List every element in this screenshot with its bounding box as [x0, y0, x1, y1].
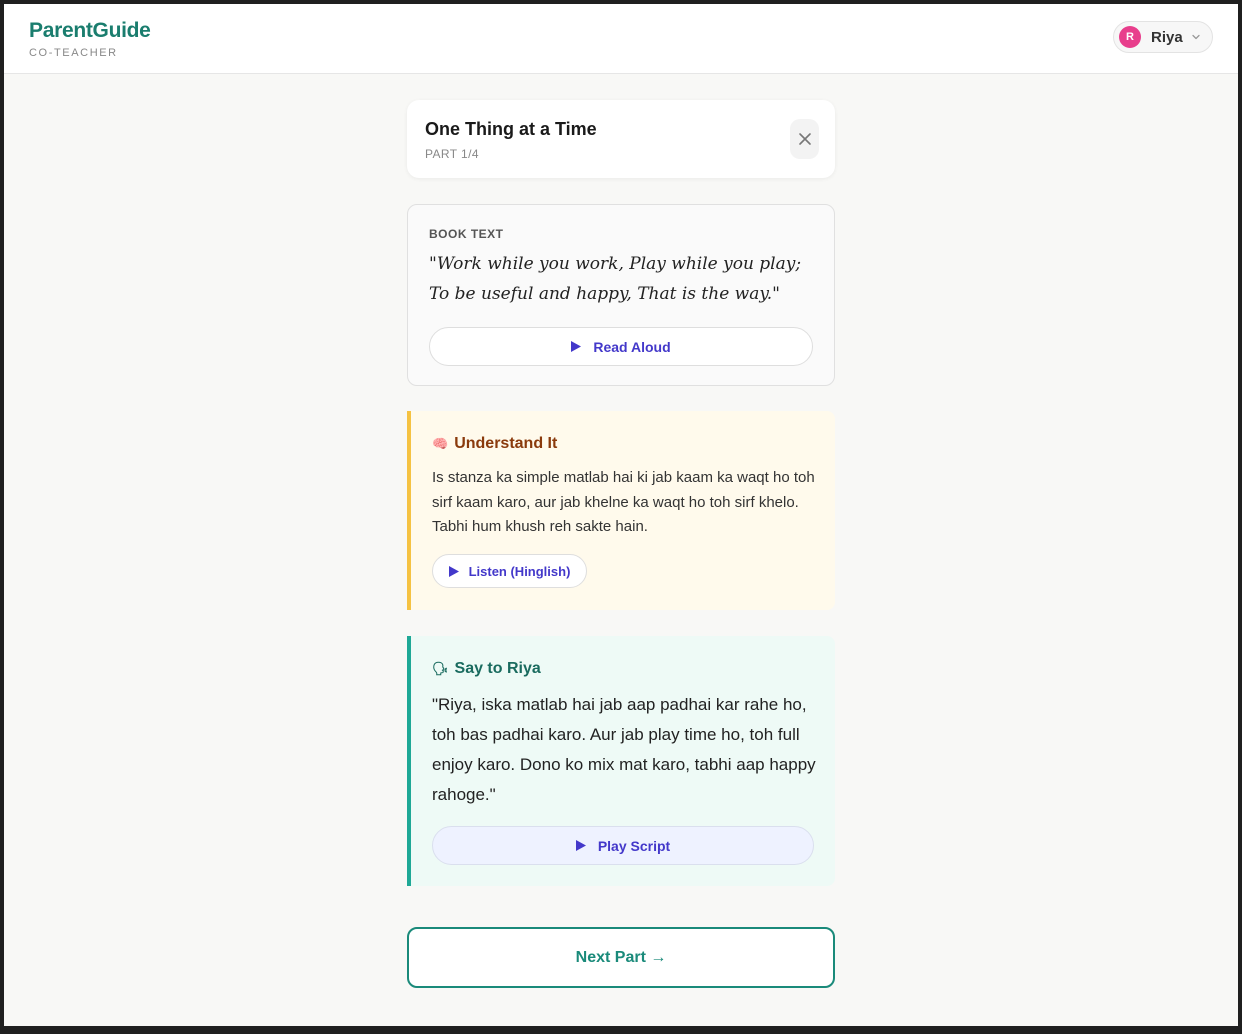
chevron-down-icon	[1192, 34, 1200, 40]
read-aloud-button[interactable]: Read Aloud	[429, 327, 813, 366]
user-name: Riya	[1151, 28, 1183, 46]
listen-hinglish-label: Listen (Hinglish)	[468, 563, 571, 579]
understand-title-text: Understand It	[454, 435, 558, 452]
play-script-button[interactable]: Play Script	[432, 826, 814, 865]
next-part-button[interactable]: Next Part →	[407, 927, 835, 988]
lesson-part-label: PART 1/4	[425, 147, 479, 161]
app-window: ParentGuide CO-TEACHER R Riya One Thing …	[4, 4, 1238, 1026]
say-title: 🗣 Say to Riya	[432, 660, 541, 678]
read-aloud-label: Read Aloud	[593, 338, 671, 355]
close-button[interactable]	[790, 119, 819, 159]
understand-body: Is stanza ka simple matlab hai ki jab ka…	[432, 469, 815, 535]
brand[interactable]: ParentGuide CO-TEACHER	[29, 19, 151, 59]
user-menu-button[interactable]: R Riya	[1113, 21, 1213, 53]
lesson-title: One Thing at a Time	[425, 119, 597, 139]
listen-hinglish-button[interactable]: Listen (Hinglish)	[432, 554, 587, 588]
book-quote-line: "Work while you work, Play while you pla…	[429, 254, 802, 274]
say-title-text: Say to Riya	[454, 660, 541, 677]
play-icon	[448, 565, 459, 577]
play-icon	[575, 840, 586, 851]
close-icon	[798, 133, 811, 145]
avatar: R	[1119, 26, 1141, 48]
play-script-label: Play Script	[597, 837, 671, 854]
understand-card: 🧠 Understand It Is stanza ka simple matl…	[407, 411, 835, 610]
book-text-label: BOOK TEXT	[429, 227, 504, 241]
understand-title: 🧠 Understand It	[432, 435, 557, 453]
speaking-head-icon: 🗣	[432, 661, 449, 676]
top-bar: ParentGuide CO-TEACHER R Riya	[4, 4, 1238, 74]
book-quote: "Work while you work, Play while you pla…	[429, 249, 819, 309]
lesson-header: One Thing at a Time PART 1/4	[407, 100, 835, 178]
book-quote-line: To be useful and happy, That is the way.…	[429, 284, 780, 304]
book-text-card: BOOK TEXT "Work while you work, Play whi…	[407, 204, 835, 386]
brand-subtitle: CO-TEACHER	[29, 47, 118, 59]
brain-icon: 🧠	[432, 436, 449, 451]
say-script-text: "Riya, iska matlab hai jab aap padhai ka…	[432, 695, 816, 804]
play-icon	[571, 341, 582, 352]
brand-name: ParentGuide	[29, 19, 151, 42]
say-to-child-card: 🗣 Say to Riya "Riya, iska matlab hai jab…	[407, 636, 835, 886]
